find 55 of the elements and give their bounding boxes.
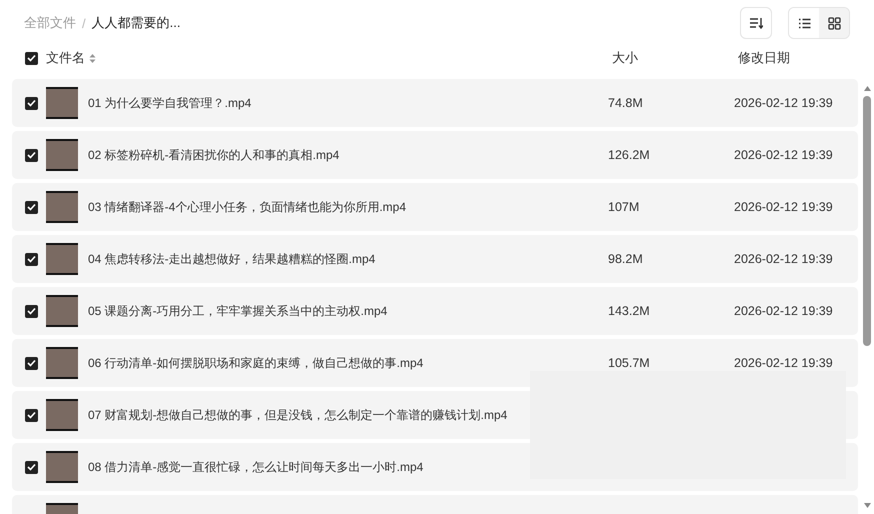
grid-view-button[interactable] [819, 8, 849, 38]
row-checkbox[interactable] [25, 356, 38, 370]
row-checkbox[interactable] [25, 96, 38, 110]
sort-button[interactable] [740, 7, 772, 39]
row-checkbox[interactable] [25, 408, 38, 422]
scroll-up-icon[interactable] [862, 85, 872, 92]
breadcrumb-item: 人人都需要的... [92, 14, 180, 32]
video-thumbnail [46, 139, 78, 171]
modified-date: 2026-02-12 19:39 [734, 252, 833, 266]
modified-date: 2026-02-12 19:39 [734, 356, 833, 370]
sort-icon [749, 17, 763, 29]
file-name: 08 借力清单-感觉一直很忙碌，怎么让时间每天多出一小时.mp4 [88, 458, 424, 476]
video-thumbnail [46, 451, 78, 483]
file-size: 126.2M [608, 148, 650, 162]
row-checkbox[interactable] [25, 252, 38, 266]
file-row[interactable]: 04 焦虑转移法-走出越想做好，结果越糟糕的怪圈.mp4 98.2M 2026-02-12 19:39 [12, 235, 858, 283]
file-size: 105.7M [608, 356, 650, 370]
modified-date: 2026-02-12 19:39 [734, 200, 833, 214]
grid-icon [828, 16, 840, 30]
sort-arrows-icon[interactable] [89, 52, 96, 64]
column-header[interactable]: 文件名 [46, 49, 85, 67]
file-name: 04 焦虑转移法-走出越想做好，结果越糟糕的怪圈.mp4 [88, 250, 376, 268]
file-row[interactable]: 02 标签粉碎机-看清困扰你的人和事的真相.mp4 126.2M 2026-02-12 19:39 [12, 131, 858, 179]
video-thumbnail [46, 191, 78, 223]
video-thumbnail [46, 399, 78, 431]
row-checkbox[interactable] [25, 460, 38, 474]
file-row[interactable]: 03 情绪翻译器-4个心理小任务，负面情绪也能为你所用.mp4 107M 2026-02-12 19:39 [12, 183, 858, 231]
file-row[interactable]: 05 课题分离-巧用分工，牢牢掌握关系当中的主动权.mp4 143.2M 2026-02-12 19:39 [12, 287, 858, 335]
select-all-checkbox[interactable] [25, 52, 38, 64]
video-thumbnail [46, 347, 78, 379]
file-name: 06 行动清单-如何摆脱职场和家庭的束缚，做自己想做的事.mp4 [88, 354, 424, 372]
column-header: 修改日期 [738, 49, 790, 67]
file-size: 74.8M [608, 96, 643, 110]
file-size: 98.2M [608, 252, 643, 266]
modified-date: 2026-02-12 19:39 [734, 148, 833, 162]
modified-date: 2026-02-12 19:39 [734, 304, 833, 318]
video-thumbnail [46, 243, 78, 275]
scroll-down-icon[interactable] [862, 502, 872, 509]
video-thumbnail [46, 87, 78, 119]
breadcrumb-separator: / [82, 16, 86, 30]
file-name: 07 财富规划-想做自己想做的事，但是没钱，怎么制定一个靠谱的赚钱计划.mp4 [88, 406, 508, 424]
row-checkbox[interactable] [25, 148, 38, 162]
row-checkbox[interactable] [25, 304, 38, 318]
modified-date: 2026-02-12 19:39 [734, 96, 833, 110]
file-name: 03 情绪翻译器-4个心理小任务，负面情绪也能为你所用.mp4 [88, 198, 406, 216]
list-icon [798, 18, 810, 28]
file-size: 107M [608, 200, 640, 214]
file-name: 05 课题分离-巧用分工，牢牢掌握关系当中的主动权.mp4 [88, 302, 388, 320]
video-thumbnail [46, 295, 78, 327]
row-checkbox[interactable] [25, 200, 38, 214]
file-name: 01 为什么要学自我管理？.mp4 [88, 94, 252, 112]
file-size: 143.2M [608, 304, 650, 318]
file-row[interactable]: 01 为什么要学自我管理？.mp4 74.8M 2026-02-12 19:39 [12, 79, 858, 127]
column-header: 大小 [612, 49, 638, 67]
file-name: 02 标签粉碎机-看清困扰你的人和事的真相.mp4 [88, 146, 340, 164]
